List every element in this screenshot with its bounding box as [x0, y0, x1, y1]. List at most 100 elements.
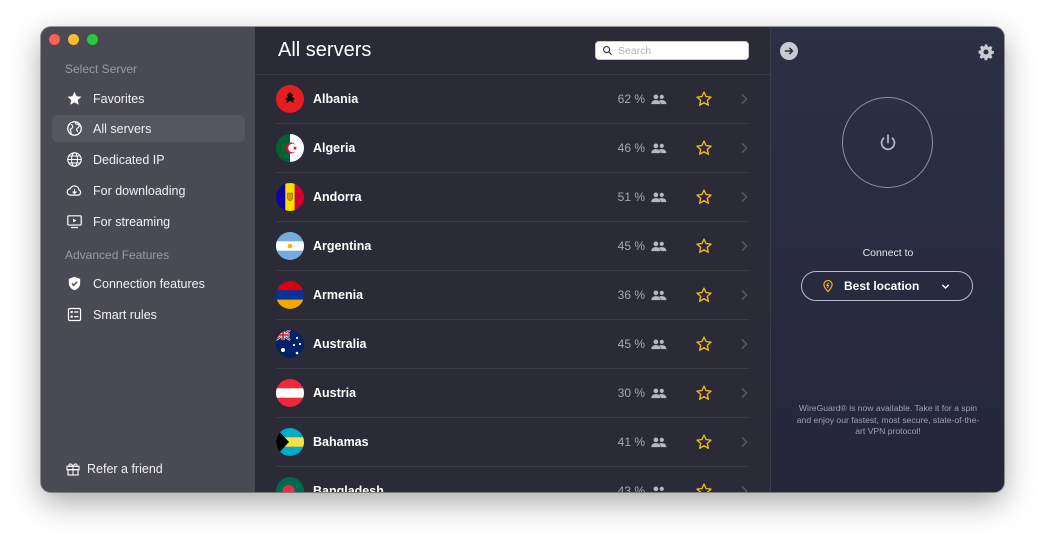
server-list-panel: All servers Albania 62 %: [255, 27, 770, 492]
users-icon: [651, 143, 667, 153]
favorite-star-icon[interactable]: [695, 90, 713, 108]
sidebar-item-connection-features[interactable]: Connection features: [52, 270, 245, 297]
country-name: Argentina: [313, 239, 372, 253]
users-icon: [653, 486, 664, 492]
chevron-right-icon[interactable]: [739, 387, 749, 399]
connect-to-label: Connect to: [862, 247, 914, 259]
window-controls: [49, 34, 98, 45]
close-window-button[interactable]: [49, 34, 60, 45]
server-row-austria[interactable]: Austria 30 %: [276, 369, 749, 418]
location-pin-icon: [823, 279, 833, 293]
server-list: Albania 62 % Algeria 46 % Andorra 51 % A…: [276, 75, 749, 492]
server-load: 51 %: [617, 190, 645, 204]
country-name: Austria: [313, 386, 357, 400]
country-name: Algeria: [313, 141, 356, 155]
rules-list-icon: [65, 306, 83, 324]
favorite-star-icon[interactable]: [695, 433, 713, 451]
gift-icon: [66, 463, 80, 476]
favorite-star-icon[interactable]: [695, 188, 713, 206]
server-load: 46 %: [617, 141, 645, 155]
favorite-star-icon[interactable]: [695, 286, 713, 304]
users-icon: [651, 290, 667, 300]
bangladesh-flag-icon: [276, 477, 304, 492]
refer-label: Refer a friend: [87, 462, 163, 476]
select-server-heading: Select Server: [65, 62, 138, 76]
server-row-algeria[interactable]: Algeria 46 %: [276, 124, 749, 173]
server-row-armenia[interactable]: Armenia 36 %: [276, 271, 749, 320]
power-icon: [880, 133, 895, 150]
users-icon: [651, 94, 667, 104]
sidebar-item-for-streaming[interactable]: For streaming: [52, 208, 245, 235]
chevron-right-icon[interactable]: [739, 338, 749, 350]
shield-check-icon: [65, 275, 83, 293]
settings-gear-icon[interactable]: [977, 43, 995, 61]
play-screen-icon: [65, 213, 83, 231]
chevron-right-icon[interactable]: [739, 93, 749, 105]
sidebar-item-label: Connection features: [93, 276, 205, 291]
favorite-star-icon[interactable]: [695, 139, 713, 157]
location-label: Best location: [844, 279, 920, 293]
server-load: 45 %: [617, 239, 645, 253]
country-name: Australia: [313, 337, 367, 351]
users-icon: [651, 339, 667, 349]
chevron-right-icon[interactable]: [739, 436, 749, 448]
connect-power-button[interactable]: [842, 97, 933, 188]
chevron-right-icon[interactable]: [739, 485, 749, 492]
refer-a-friend-button[interactable]: Refer a friend: [65, 461, 163, 477]
sidebar-item-for-downloading[interactable]: For downloading: [52, 177, 245, 204]
sidebar-item-label: For streaming: [93, 214, 171, 229]
star-icon: [65, 90, 83, 108]
main-header: All servers: [255, 27, 770, 75]
sidebar: Select Server Favorites All servers Dedi…: [41, 27, 255, 492]
sidebar-item-smart-rules[interactable]: Smart rules: [52, 301, 245, 328]
users-icon: [651, 241, 667, 251]
sidebar-item-label: For downloading: [93, 183, 186, 198]
country-name: Bangladesh: [313, 484, 384, 492]
country-name: Andorra: [313, 190, 362, 204]
favorite-star-icon[interactable]: [695, 335, 713, 353]
users-icon: [651, 192, 667, 202]
server-row-bahamas[interactable]: Bahamas 41 %: [276, 418, 749, 467]
algeria-flag-icon: [276, 134, 304, 162]
search-box[interactable]: [595, 41, 749, 60]
zoom-window-button[interactable]: [87, 34, 98, 45]
server-row-argentina[interactable]: Argentina 45 %: [276, 222, 749, 271]
sidebar-item-dedicated-ip[interactable]: Dedicated IP: [52, 146, 245, 173]
search-icon: [603, 46, 613, 56]
globe-grid-icon: [65, 151, 83, 169]
server-row-andorra[interactable]: Andorra 51 %: [276, 173, 749, 222]
austria-flag-icon: [276, 379, 304, 407]
australia-flag-icon: [276, 330, 304, 358]
chevron-right-icon[interactable]: [739, 240, 749, 252]
server-load: 45 %: [617, 337, 645, 351]
country-name: Bahamas: [313, 435, 369, 449]
location-select[interactable]: Best location: [801, 271, 973, 301]
search-input[interactable]: [618, 44, 738, 57]
chevron-right-icon[interactable]: [739, 289, 749, 301]
andorra-flag-icon: [276, 183, 304, 211]
arrow-right-icon: [784, 47, 794, 55]
argentina-flag-icon: [276, 232, 304, 260]
sidebar-item-label: Favorites: [93, 91, 145, 106]
server-row-albania[interactable]: Albania 62 %: [276, 75, 749, 124]
chevron-right-icon[interactable]: [739, 191, 749, 203]
sidebar-item-favorites[interactable]: Favorites: [52, 85, 245, 112]
collapse-panel-button[interactable]: [780, 42, 798, 60]
country-name: Albania: [313, 92, 359, 106]
server-row-bangladesh[interactable]: Bangladesh 43 %: [276, 467, 749, 492]
server-load: 41 %: [617, 435, 645, 449]
favorite-star-icon[interactable]: [695, 482, 713, 492]
favorite-star-icon[interactable]: [695, 237, 713, 255]
cloud-download-icon: [65, 182, 83, 200]
wireguard-note: WireGuard® is now available. Take it for…: [796, 403, 980, 436]
sidebar-item-all-servers[interactable]: All servers: [52, 115, 245, 142]
favorite-star-icon[interactable]: [695, 384, 713, 402]
server-row-australia[interactable]: Australia 45 %: [276, 320, 749, 369]
minimize-window-button[interactable]: [68, 34, 79, 45]
chevron-down-icon: [941, 283, 950, 289]
server-load: 62 %: [617, 92, 645, 106]
server-load: 30 %: [617, 386, 645, 400]
app-window: Select Server Favorites All servers Dedi…: [41, 27, 1004, 492]
chevron-right-icon[interactable]: [739, 142, 749, 154]
users-icon: [651, 437, 667, 447]
